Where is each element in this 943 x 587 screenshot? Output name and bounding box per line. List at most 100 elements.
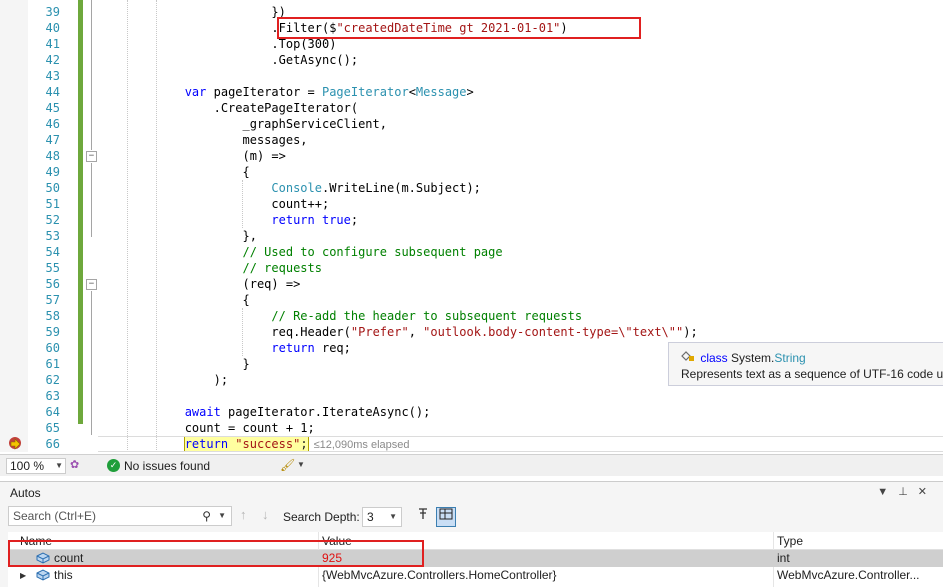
code-line[interactable]: 51 count++; <box>0 196 943 212</box>
code-text[interactable]: return true; <box>98 212 358 228</box>
code-text[interactable]: .GetAsync(); <box>98 52 358 68</box>
code-text[interactable]: var pageIterator = PageIterator<Message> <box>98 84 474 100</box>
code-line[interactable]: 50 Console.WriteLine(m.Subject); <box>0 180 943 196</box>
filter-highlight-box <box>277 17 641 39</box>
line-number: 50 <box>45 181 60 195</box>
line-number: 55 <box>45 261 60 275</box>
chevron-down-icon[interactable]: ▼ <box>218 507 226 525</box>
code-text[interactable]: } <box>98 356 249 372</box>
code-line[interactable]: 58 // Re-add the header to subsequent re… <box>0 308 943 324</box>
code-text[interactable]: // Used to configure subsequent page <box>98 244 503 260</box>
line-number: 65 <box>45 421 60 435</box>
search-depth-dropdown[interactable]: 3 ▼ <box>362 507 402 527</box>
code-text[interactable]: { <box>98 292 249 308</box>
code-text[interactable]: .CreatePageIterator( <box>98 100 359 116</box>
class-icon <box>681 350 697 365</box>
line-number: 49 <box>45 165 60 179</box>
code-line[interactable]: 56 (req) => <box>0 276 943 292</box>
code-line[interactable]: 55 // requests <box>0 260 943 276</box>
line-number: 53 <box>45 229 60 243</box>
table-row[interactable]: ▶ this {WebMvcAzure.Controllers.HomeCont… <box>8 567 943 584</box>
line-number: 40 <box>45 21 60 35</box>
code-line[interactable]: 52 return true; <box>0 212 943 228</box>
line-number: 62 <box>45 373 60 387</box>
code-text[interactable]: // Re-add the header to subsequent reque… <box>98 308 582 324</box>
code-line[interactable]: 64 await pageIterator.IterateAsync(); <box>0 404 943 420</box>
code-line[interactable]: 46 _graphServiceClient, <box>0 116 943 132</box>
code-cleanup-icon[interactable]: 🖌 <box>280 458 295 472</box>
search-previous-icon[interactable]: ↑ <box>240 507 247 522</box>
search-placeholder: Search (Ctrl+E) <box>13 509 97 523</box>
row-name-cell: this <box>36 567 316 584</box>
line-number: 63 <box>45 389 60 403</box>
search-next-icon[interactable]: ↓ <box>262 507 269 522</box>
tooltip-description: Represents text as a sequence of UTF-16 … <box>681 367 943 381</box>
code-line[interactable]: 42 .GetAsync(); <box>0 52 943 68</box>
line-number: 60 <box>45 341 60 355</box>
code-line[interactable]: 49 { <box>0 164 943 180</box>
line-number: 59 <box>45 325 60 339</box>
code-text[interactable]: _graphServiceClient, <box>98 116 387 132</box>
pin-to-source-icon[interactable] <box>414 507 432 525</box>
code-line[interactable]: 59 req.Header("Prefer", "outlook.body-co… <box>0 324 943 340</box>
line-number: 41 <box>45 37 60 51</box>
line-number: 56 <box>45 277 60 291</box>
line-number: 46 <box>45 117 60 131</box>
intellicode-icon[interactable]: ✿ <box>70 458 84 472</box>
line-number: 51 <box>45 197 60 211</box>
chevron-down-icon: ▼ <box>389 512 397 521</box>
editor-status-bar: 100 % ▼ ✿ ✓ No issues found 🖌 ▼ <box>0 454 943 476</box>
pin-icon[interactable]: ⊥ <box>898 486 918 498</box>
code-text[interactable]: }) <box>98 4 285 20</box>
code-text[interactable]: }, <box>98 228 256 244</box>
search-icon[interactable]: ⚲ <box>202 507 211 525</box>
tooltip-keyword: class <box>700 351 728 365</box>
code-editor[interactable]: − − 39 }) 40 .Filter($"createdDateTime gt… <box>0 0 943 452</box>
code-line[interactable]: 44 var pageIterator = PageIterator<Messa… <box>0 84 943 100</box>
code-line[interactable]: 57 { <box>0 292 943 308</box>
column-header-type[interactable]: Type <box>773 532 803 550</box>
search-input[interactable]: Search (Ctrl+E) ⚲ ▼ <box>8 506 232 526</box>
code-line[interactable]: 45 .CreatePageIterator( <box>0 100 943 116</box>
code-line[interactable]: 48 (m) => <box>0 148 943 164</box>
code-text[interactable]: Console.WriteLine(m.Subject); <box>98 180 481 196</box>
autos-toolbar: Search (Ctrl+E) ⚲ ▼ ↑ ↓ Search Depth: 3 … <box>0 504 943 530</box>
code-text[interactable]: count = count + 1; <box>98 420 315 436</box>
debug-current-line-icon[interactable] <box>8 436 24 452</box>
close-icon[interactable]: ✕ <box>918 486 937 498</box>
code-text[interactable]: await pageIterator.IterateAsync(); <box>98 404 431 420</box>
code-text[interactable]: req.Header("Prefer", "outlook.body-conte… <box>98 324 697 340</box>
line-number: 58 <box>45 309 60 323</box>
chevron-down-icon: ▼ <box>55 461 63 470</box>
line-number: 39 <box>45 5 60 19</box>
line-number: 64 <box>45 405 60 419</box>
window-menu-icon[interactable]: ▼ <box>877 486 898 498</box>
panel-title: Autos <box>10 486 41 500</box>
zoom-dropdown[interactable]: 100 % ▼ <box>6 458 66 474</box>
check-circle-icon: ✓ <box>107 459 120 472</box>
view-as-table-icon[interactable] <box>436 507 456 527</box>
code-line[interactable]: 65 count = count + 1; <box>0 420 943 436</box>
code-line[interactable]: 47 messages, <box>0 132 943 148</box>
line-number: 42 <box>45 53 60 67</box>
chevron-down-icon[interactable]: ▼ <box>297 460 305 469</box>
expand-arrow-icon[interactable]: ▶ <box>20 567 26 584</box>
code-text[interactable]: (m) => <box>98 148 285 164</box>
code-line[interactable]: 43 <box>0 68 943 84</box>
issues-status[interactable]: No issues found <box>124 458 210 474</box>
panel-window-buttons[interactable]: ▼⊥✕ <box>877 485 937 498</box>
code-line[interactable]: 53 }, <box>0 228 943 244</box>
code-text[interactable]: count++; <box>98 196 329 212</box>
line-number: 66 <box>45 437 60 451</box>
line-number: 57 <box>45 293 60 307</box>
code-text[interactable]: messages, <box>98 132 307 148</box>
code-text[interactable]: return req; <box>98 340 350 356</box>
code-line[interactable]: 63 <box>0 388 943 404</box>
code-text[interactable]: // requests <box>98 260 322 276</box>
code-text[interactable]: ); <box>98 372 228 388</box>
tooltip-type-name: String <box>774 351 806 365</box>
code-text[interactable]: (req) => <box>98 276 300 292</box>
code-text[interactable]: { <box>98 164 249 180</box>
code-line[interactable]: 54 // Used to configure subsequent page <box>0 244 943 260</box>
variable-value[interactable]: {WebMvcAzure.Controllers.HomeController} <box>322 567 767 584</box>
